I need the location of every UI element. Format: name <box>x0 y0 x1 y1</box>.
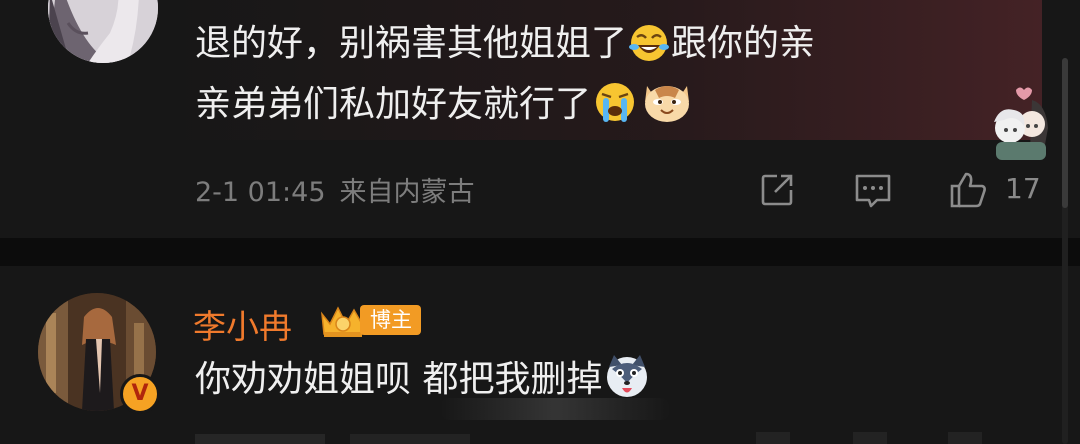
username[interactable]: 李小冉 <box>193 300 292 348</box>
comment-text: 你劝劝姐姐呗 都把我删掉 <box>195 359 603 400</box>
anime-sticker-icon <box>986 84 1054 160</box>
blurred-area <box>440 398 670 420</box>
comment-text: 退的好，别祸害其他姐姐了 <box>195 23 628 64</box>
loudly-crying-emoji-icon <box>593 80 637 143</box>
host-badge: 博主 <box>360 305 421 335</box>
comment-text: 跟你的亲 <box>671 23 816 64</box>
comment-text-line: 亲弟弟们私加好友就行了 <box>195 75 995 143</box>
comment-icon[interactable] <box>853 170 893 210</box>
verified-badge: V <box>120 374 160 414</box>
doge-cat-emoji-icon <box>641 76 693 143</box>
comment-meta: 2-1 01:45 来自内蒙古 <box>195 170 475 209</box>
like-icon[interactable] <box>948 170 988 210</box>
like-count: 17 <box>1005 172 1041 205</box>
comment-list: 退的好，别祸害其他姐姐了 跟你的亲 亲弟弟们私加好友就行了 2-1 01:45 来自… <box>0 0 1080 444</box>
comment-meta-faded <box>190 428 1050 444</box>
comment-text-line: 退的好，别祸害其他姐姐了 跟你的亲 <box>195 14 995 82</box>
comment-text: 亲弟弟们私加好友就行了 <box>195 84 592 125</box>
laughing-crying-emoji-icon <box>629 22 670 82</box>
timestamp: 2-1 01:45 <box>195 177 326 208</box>
scrollbar-thumb[interactable] <box>1062 58 1068 208</box>
comment-separator <box>0 238 1080 266</box>
location: 来自内蒙古 <box>339 177 475 208</box>
share-icon[interactable] <box>757 170 797 210</box>
